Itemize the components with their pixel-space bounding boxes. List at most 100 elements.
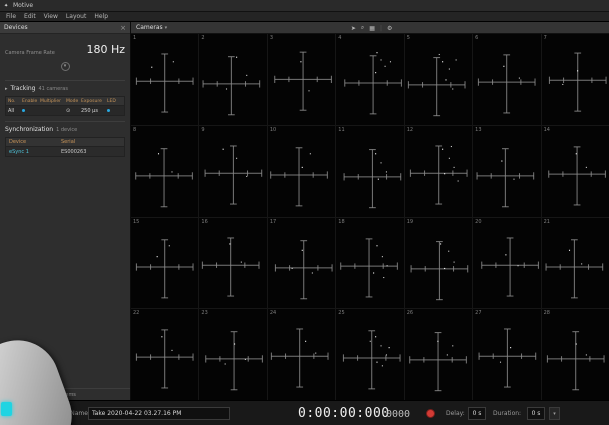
- camera-view-26[interactable]: 26: [404, 309, 473, 400]
- tracking-col-mode: Mode: [66, 98, 79, 104]
- camera-view-19[interactable]: 19: [404, 217, 473, 309]
- camera-view-7[interactable]: 7: [541, 34, 609, 125]
- devices-panel-title: Devices: [4, 24, 28, 31]
- tracking-col-led: LED: [107, 98, 116, 104]
- chevron-right-icon: ▸: [5, 85, 8, 92]
- camera-view-23[interactable]: 23: [199, 309, 267, 400]
- camera-number-label: 4: [338, 35, 342, 41]
- select-tool-icon[interactable]: ➤: [351, 25, 356, 32]
- tracking-row-led[interactable]: [107, 108, 119, 114]
- camera-view-20[interactable]: 20: [473, 217, 541, 309]
- camera-view-25[interactable]: 25: [336, 309, 404, 400]
- duration-dropdown-button[interactable]: ▾: [549, 407, 560, 420]
- cameras-panel: Cameras ▾ ➤ ⌕ ▦ | ⚙ 1 2 3 4 5 6 7 8 9 10 11 12 13 14 15 16 1…: [131, 22, 609, 400]
- bottom-control-bar: EDIT Take Name: 0:00:00:000 0000 Delay: …: [0, 400, 609, 425]
- camera-number-label: 27: [475, 310, 482, 317]
- menu-file[interactable]: File: [6, 13, 16, 20]
- settings-gear-icon[interactable]: ⚙: [387, 25, 392, 32]
- camera-number-label: 20: [475, 218, 482, 225]
- camera-number-label: 23: [201, 310, 208, 317]
- workspace: Devices × Camera Frame Rate 180 Hz ▾ ▸ T…: [0, 22, 609, 400]
- sync-device-row[interactable]: eSync 1 ES000263: [6, 147, 124, 156]
- sync-section-label: Synchronization: [5, 126, 54, 133]
- camera-view-9[interactable]: 9: [199, 125, 267, 217]
- tracking-section-header[interactable]: ▸ Tracking 41 cameras: [5, 80, 125, 92]
- toolbar-divider: |: [379, 24, 382, 32]
- sync-device-serial: ES000263: [61, 148, 87, 155]
- camera-number-label: 21: [543, 218, 550, 225]
- camera-number-label: 1: [133, 35, 137, 41]
- camera-number-label: 11: [338, 126, 345, 133]
- menu-edit[interactable]: Edit: [24, 13, 36, 20]
- chevron-down-icon[interactable]: ▾: [165, 25, 168, 31]
- camera-number-label: 25: [338, 310, 345, 317]
- tracking-table-header: No. Enable Multiplier Mode Exposure LED: [6, 97, 124, 106]
- delay-label: Delay:: [446, 410, 465, 417]
- devices-panel-header: Devices ×: [0, 22, 130, 34]
- frame-rate-expand-button[interactable]: ▾: [60, 62, 70, 71]
- menu-help[interactable]: Help: [94, 13, 108, 20]
- sync-section-header[interactable]: Synchronization 1 device: [5, 121, 125, 133]
- camera-number-label: 12: [406, 126, 414, 133]
- tracking-col-multiplier: Multiplier: [40, 98, 61, 104]
- tracking-row-exposure[interactable]: 250 µs: [81, 108, 107, 114]
- menu-layout[interactable]: Layout: [66, 13, 86, 20]
- menu-view[interactable]: View: [44, 13, 58, 20]
- camera-view-12[interactable]: 12: [404, 125, 473, 217]
- camera-number-label: 26: [406, 310, 414, 317]
- camera-view-8[interactable]: 8: [131, 125, 199, 217]
- camera-view-22[interactable]: 22: [131, 309, 199, 400]
- sync-device-name: eSync 1: [9, 148, 29, 155]
- menu-bar: File Edit View Layout Help: [0, 12, 609, 22]
- camera-view-14[interactable]: 14: [541, 125, 609, 217]
- camera-view-18[interactable]: 18: [336, 217, 404, 309]
- camera-number-label: 7: [543, 35, 547, 41]
- camera-view-21[interactable]: 21: [541, 217, 609, 309]
- camera-view-24[interactable]: 24: [267, 309, 336, 400]
- close-icon[interactable]: ×: [120, 24, 126, 32]
- camera-view-4[interactable]: 4: [336, 34, 404, 125]
- camera-view-2[interactable]: 2: [199, 34, 267, 125]
- camera-number-label: 6: [475, 35, 479, 41]
- take-name-input[interactable]: [88, 407, 230, 420]
- camera-view-3[interactable]: 3: [267, 34, 336, 125]
- enable-toggle-dot[interactable]: [22, 108, 25, 112]
- delay-value-field[interactable]: 0 s: [468, 407, 486, 420]
- tracking-col-enable: Enable: [22, 98, 38, 104]
- tracking-table: No. Enable Multiplier Mode Exposure LED All ⊙…: [5, 96, 125, 116]
- devices-panel-body: Camera Frame Rate 180 Hz ▾ ▸ Tracking 41…: [0, 34, 130, 388]
- tracking-table-row-all[interactable]: All ⊙ 250 µs: [6, 106, 124, 115]
- frame-rate-label: Camera Frame Rate: [5, 50, 55, 56]
- tracking-camera-count: 41 cameras: [38, 85, 68, 92]
- camera-view-28[interactable]: 28: [541, 309, 609, 400]
- camera-view-15[interactable]: 15: [131, 217, 199, 309]
- tracking-row-enable[interactable]: [22, 108, 40, 114]
- tracking-row-no: All: [8, 107, 15, 114]
- sync-table-header: Device Serial: [6, 138, 124, 147]
- camera-number-label: 8: [133, 126, 137, 133]
- led-toggle-dot[interactable]: [107, 108, 110, 112]
- tab-cameras[interactable]: Cameras: [136, 24, 163, 31]
- grid-view-icon[interactable]: ▦: [369, 25, 375, 32]
- camera-view-27[interactable]: 27: [473, 309, 541, 400]
- camera-number-label: 5: [406, 35, 410, 41]
- camera-number-label: 9: [201, 126, 205, 133]
- camera-number-label: 2: [201, 35, 205, 41]
- camera-view-10[interactable]: 10: [267, 125, 336, 217]
- zoom-tool-icon[interactable]: ⌕: [361, 24, 364, 32]
- tracking-col-no: No.: [8, 98, 16, 104]
- frame-counter: 0000: [386, 409, 411, 420]
- camera-mode-icon[interactable]: ⊙: [66, 108, 81, 114]
- camera-view-13[interactable]: 13: [473, 125, 541, 217]
- camera-view-6[interactable]: 6: [473, 34, 541, 125]
- record-button[interactable]: [426, 409, 435, 418]
- camera-number-label: 10: [269, 126, 277, 133]
- camera-grid: 1 2 3 4 5 6 7 8 9 10 11 12 13 14 15 16 17 18 19 20 21 22 23 24 2…: [131, 34, 609, 400]
- camera-view-17[interactable]: 17: [267, 217, 336, 309]
- duration-value-field[interactable]: 0 s: [527, 407, 545, 420]
- camera-view-16[interactable]: 16: [199, 217, 267, 309]
- camera-view-1[interactable]: 1: [131, 34, 199, 125]
- camera-view-5[interactable]: 5: [404, 34, 473, 125]
- camera-view-11[interactable]: 11: [336, 125, 404, 217]
- sync-col-serial: Serial: [61, 139, 76, 145]
